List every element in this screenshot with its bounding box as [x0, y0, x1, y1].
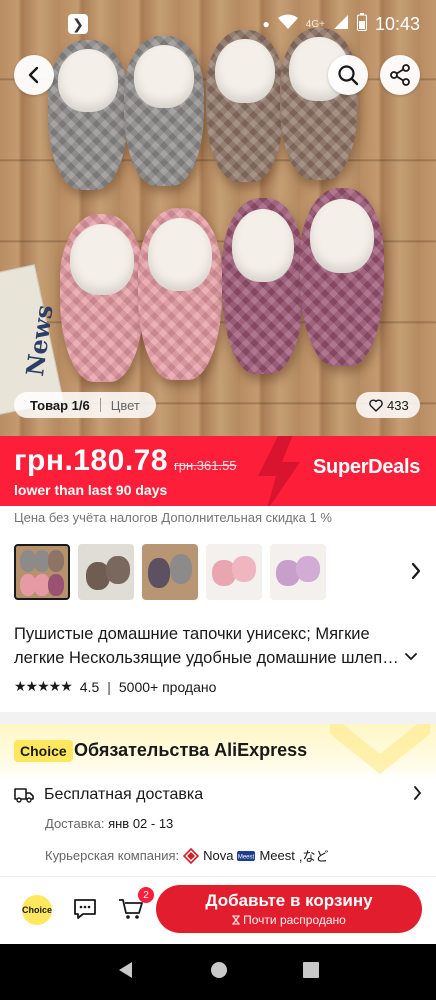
chevron-right-icon[interactable]: [410, 560, 422, 586]
thumbnail-2[interactable]: [78, 544, 134, 600]
price-banner: грн.180.78 грн.361.55 lower than last 90…: [0, 436, 436, 506]
home-nav-icon[interactable]: [210, 961, 228, 984]
meest-logo-icon: Meest: [237, 850, 256, 861]
price-note: lower than last 90 days: [14, 482, 168, 498]
nova-logo-icon: [183, 847, 200, 864]
share-icon: [390, 64, 410, 86]
rating-stars-icon: ★★★★★: [14, 678, 73, 694]
choice-commitments-card[interactable]: Choice Обязательства AliExpress Бесплатн…: [0, 724, 436, 876]
delivery-label: Доставка:: [45, 816, 105, 831]
thumbnail-4[interactable]: [206, 544, 262, 600]
wishlist-button[interactable]: 433: [356, 392, 420, 418]
rating-row[interactable]: ★★★★★ 4.5 | 5000+ продано: [14, 678, 216, 695]
back-nav-icon[interactable]: [117, 961, 135, 984]
rating-separator: |: [107, 678, 111, 695]
section-divider: [0, 712, 436, 724]
product-title[interactable]: Пушистые домашние тапочки унисекс; Мягки…: [14, 622, 414, 670]
slipper-brown-right: [280, 28, 358, 180]
free-shipping-row[interactable]: Бесплатная доставка: [14, 786, 203, 804]
slipper-mauve-right: [300, 188, 384, 366]
lightning-bolt-icon: [258, 436, 300, 506]
delivery-estimate: Доставка: янв 02 - 13: [45, 816, 173, 831]
choice-tag: Choice: [14, 740, 73, 762]
heart-icon: [369, 398, 383, 412]
stock-note: Почти распродано: [156, 913, 422, 927]
notification-dot-icon: ●: [262, 17, 270, 31]
chevron-down-icon[interactable]: [405, 648, 417, 664]
current-price: грн.180.78: [14, 444, 169, 477]
truck-icon: [14, 788, 34, 803]
sold-count: 5000+ продано: [118, 678, 217, 695]
chevron-decoration-icon: [330, 724, 430, 774]
color-tab[interactable]: Цвет: [111, 398, 140, 413]
superdeals-badge: SuperDeals: [313, 456, 421, 478]
gallery-counter-pill[interactable]: Товар 1/6 Цвет: [14, 392, 156, 418]
wifi-icon: [277, 14, 298, 35]
thumbnail-5[interactable]: [270, 544, 326, 600]
slipper-pink-left: [60, 214, 144, 382]
back-button[interactable]: [14, 55, 54, 95]
slipper-grey-right: [124, 36, 204, 186]
courier-label: Курьерская компания:: [45, 848, 180, 863]
share-button[interactable]: [380, 55, 420, 95]
free-shipping-label: Бесплатная доставка: [44, 786, 204, 803]
choice-store-button[interactable]: Choice: [22, 895, 52, 925]
slipper-grey-left: [48, 40, 128, 190]
app-notification-icon: ❯: [68, 14, 88, 34]
shipping-chevron-right-icon[interactable]: [413, 786, 422, 805]
variant-thumbnails: [14, 544, 422, 600]
svg-text:Meest: Meest: [238, 854, 255, 860]
search-icon: [338, 65, 359, 86]
chat-icon[interactable]: [72, 897, 98, 926]
clock: 10:43: [374, 13, 420, 34]
original-price: грн.361.55: [174, 458, 237, 473]
courier-row: Курьерская компания: Nova Meest Meest ,な…: [45, 846, 329, 865]
pill-divider: [99, 398, 101, 412]
newspaper-text: News: [19, 303, 59, 378]
choice-title: Обязательства AliExpress: [74, 740, 308, 760]
courier-suffix: ,など: [298, 849, 329, 864]
thumbnail-3[interactable]: [142, 544, 198, 600]
chevron-left-icon: [28, 66, 39, 84]
hourglass-icon: [232, 915, 241, 925]
delivery-dates: янв 02 - 13: [108, 816, 174, 831]
status-bar: ❯ ● 4G+ 10:43: [0, 0, 436, 48]
wishlist-count: 433: [387, 397, 409, 413]
recents-nav-icon[interactable]: [302, 961, 319, 983]
stock-note-text: Почти распродано: [243, 913, 346, 927]
search-button[interactable]: [328, 55, 368, 95]
signal-icon: [333, 14, 349, 35]
courier-meest: Meest: [259, 848, 295, 863]
slipper-mauve-left: [222, 198, 304, 374]
slipper-pink-right: [138, 208, 222, 380]
bottom-action-bar: Choice 2 Добавьте в корзину Почти распро…: [0, 876, 436, 944]
add-to-cart-button[interactable]: Добавьте в корзину Почти распродано: [156, 885, 422, 933]
tax-discount-note: Цена без учёта налогов Дополнительная ск…: [14, 510, 332, 525]
battery-icon: [356, 12, 367, 36]
cart-icon[interactable]: [118, 897, 144, 926]
product-image-gallery[interactable]: News ❯ ● 4G+ 10:43 Товар 1/6 Цвет 433: [0, 0, 436, 436]
gallery-counter: Товар 1/6: [30, 397, 90, 413]
network-type: 4G+: [305, 18, 325, 30]
product-title-line-1: Пушистые домашние тапочки унисекс; Мягки…: [14, 625, 370, 643]
rating-value: 4.5: [79, 678, 100, 695]
product-title-line-2: легкие Нескользящие удобные домашние шле…: [14, 649, 400, 667]
thumbnail-1[interactable]: [14, 544, 70, 600]
courier-nova: Nova: [203, 848, 234, 863]
cart-count-badge: 2: [138, 887, 154, 903]
slipper-brown-left: [206, 30, 284, 182]
add-to-cart-label: Добавьте в корзину: [205, 891, 373, 910]
android-navigation-bar: [0, 944, 436, 1000]
